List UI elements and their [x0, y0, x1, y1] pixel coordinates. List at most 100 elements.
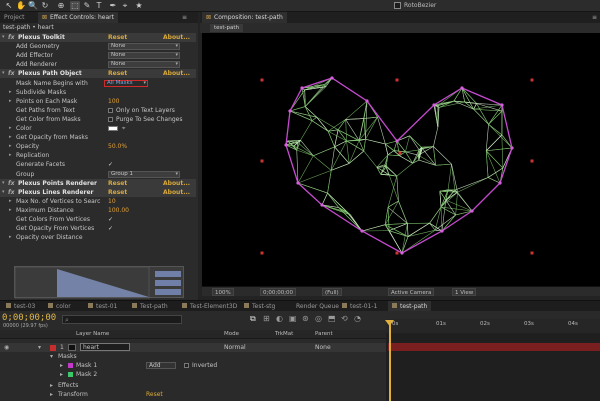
mask-vertex[interactable] [288, 109, 292, 113]
zoom-dropdown[interactable]: 100% [212, 288, 234, 296]
layer-handle[interactable] [260, 159, 264, 163]
panel-menu-icon[interactable]: ≡ [178, 12, 191, 23]
expand-icon[interactable]: ▸ [60, 370, 63, 379]
viewer-menu-icon[interactable]: ≡ [588, 12, 600, 23]
ec-value[interactable]: 10 [108, 197, 116, 206]
reset-link[interactable]: Reset [108, 33, 127, 42]
mask-vertex[interactable] [440, 229, 444, 233]
fx-icon[interactable]: fx [8, 179, 14, 188]
mask-1-inverted-checkbox[interactable] [184, 363, 189, 368]
mask-1-name[interactable]: Mask 1 [76, 361, 97, 370]
ec-row-add-effector[interactable]: Add Effector None [0, 51, 196, 60]
mask-1-row[interactable]: ▸ Mask 1 Add Inverted [0, 361, 386, 370]
timeline-switch-icon[interactable]: ⬒ [328, 314, 336, 323]
expand-icon[interactable]: ▸ [9, 88, 12, 97]
camera-tool-icon[interactable]: ⊕ [56, 1, 66, 11]
track-area[interactable] [386, 333, 600, 401]
tab-effect-controls[interactable]: ⊠ Effect Controls: heart [38, 12, 118, 23]
ec-checkbox[interactable] [108, 107, 113, 113]
puppet-tool-icon[interactable]: ⌖ [120, 1, 130, 11]
tab-project[interactable]: Project [0, 12, 29, 23]
mask-2-color-swatch[interactable] [68, 372, 73, 377]
ec-dropdown[interactable]: Group 1 [108, 170, 180, 178]
ec-row-opacity[interactable]: ▸ Opacity 50.0% [0, 142, 196, 151]
ec-row-color[interactable]: ▸ Color ⌖ [0, 124, 196, 133]
reset-link[interactable]: Reset [108, 69, 127, 78]
expand-icon[interactable]: ▸ [9, 124, 12, 133]
view-layout-dropdown[interactable]: 1 View [452, 288, 477, 296]
pen-tool-icon[interactable]: ✎ [82, 1, 92, 11]
layer-handle[interactable] [530, 78, 534, 82]
mask-vertex[interactable] [284, 143, 288, 147]
transform-reset-link[interactable]: Reset [146, 390, 163, 399]
mask-vertex[interactable] [320, 203, 324, 207]
mask-1-mode-dropdown[interactable]: Add [146, 362, 176, 369]
check-icon[interactable]: ✓ [108, 215, 113, 224]
timeline-switch-icon[interactable]: ▣ [289, 314, 297, 323]
expand-icon[interactable]: ▸ [9, 151, 12, 160]
expand-icon[interactable]: ▸ [50, 381, 53, 390]
mask-2-name[interactable]: Mask 2 [76, 370, 97, 379]
mask-1-color-swatch[interactable] [68, 363, 73, 368]
layer-handle[interactable] [395, 251, 399, 255]
layer-name-field[interactable]: heart [80, 343, 130, 351]
composition-canvas[interactable] [202, 33, 600, 286]
ec-row-max-no-of-vertices-to-searc[interactable]: ▸ Max No. of Vertices to Searc 10 [0, 197, 196, 206]
effects-row[interactable]: ▸ Effects [0, 381, 386, 390]
about-link[interactable]: About... [163, 33, 190, 42]
ec-row-plexus-points-renderer[interactable]: ▾ fx Plexus Points Renderer Reset About... [0, 178, 196, 188]
ec-row-mask-name-begins-with[interactable]: Mask Name Begins with All Masks [0, 79, 196, 88]
layer-handle[interactable] [530, 159, 534, 163]
layer-duration-bar[interactable] [388, 343, 600, 351]
layer-parent-dropdown[interactable]: None [315, 343, 331, 352]
ec-dropdown[interactable]: None [108, 52, 180, 60]
mask-vertex[interactable] [498, 181, 502, 185]
expand-icon[interactable]: ▾ [2, 33, 5, 42]
timecode[interactable]: 0;00;00;00 [2, 313, 56, 323]
check-icon[interactable]: ✓ [108, 160, 113, 169]
layer-row[interactable]: ◉ ▾ 1 heart Normal None [0, 343, 386, 352]
ec-row-get-colors-from-vertices[interactable]: Get Colors From Vertices ✓ [0, 215, 196, 224]
expand-icon[interactable]: ▾ [50, 352, 53, 361]
camera-dropdown[interactable]: Active Camera [388, 288, 435, 296]
opacity-graph[interactable] [14, 266, 184, 300]
timeline-switch-icon[interactable]: ⊛ [302, 314, 309, 323]
star-tool-icon[interactable]: ★ [134, 1, 144, 11]
check-icon[interactable]: ✓ [108, 224, 113, 233]
fx-icon[interactable]: fx [8, 33, 14, 42]
mask-vertex[interactable] [432, 103, 436, 107]
about-link[interactable]: About... [163, 188, 190, 197]
timeline-switch-icon[interactable]: ⧉ [250, 314, 256, 324]
ec-row-get-color-from-masks[interactable]: Get Color from Masks Purge To See Changes [0, 115, 196, 124]
ec-row-add-renderer[interactable]: Add Renderer None [0, 60, 196, 69]
ec-checkbox[interactable] [108, 116, 113, 122]
ec-row-plexus-lines-renderer[interactable]: ▾ fx Plexus Lines Renderer Reset About... [0, 187, 196, 197]
playhead[interactable] [389, 321, 391, 401]
ec-value[interactable]: 100.00 [108, 206, 129, 215]
expand-icon[interactable]: ▸ [9, 142, 12, 151]
mask-vertex[interactable] [330, 76, 334, 80]
layer-handle[interactable] [530, 251, 534, 255]
mask-vertex[interactable] [510, 146, 514, 150]
resolution-dropdown[interactable]: (Full) [322, 288, 342, 296]
rotobezier-checkbox[interactable] [394, 2, 401, 9]
ec-row-get-paths-from-text[interactable]: Get Paths from Text Only on Text Layers [0, 106, 196, 115]
mask-vertex[interactable] [300, 86, 304, 90]
ec-row-points-on-each-mask[interactable]: ▸ Points on Each Mask 100 [0, 97, 196, 106]
mask-vertex[interactable] [365, 99, 369, 103]
timeline-switch-icon[interactable]: ◐ [276, 314, 283, 323]
ec-value[interactable]: 100 [108, 97, 119, 106]
reset-link[interactable]: Reset [108, 179, 127, 188]
ec-row-maximum-distance[interactable]: ▸ Maximum Distance 100.00 [0, 206, 196, 215]
brush-tool-icon[interactable]: ✒ [108, 1, 118, 11]
layer-search-input[interactable]: ⌕ [62, 315, 182, 324]
expand-icon[interactable]: ▾ [2, 179, 5, 188]
timeline-switch-icon[interactable]: ◎ [315, 314, 322, 323]
time-ruler[interactable]: 0s 01s 02s 03s 04s [386, 319, 600, 333]
mask-name-dropdown[interactable]: All Masks [104, 79, 148, 87]
expand-icon[interactable]: ▸ [60, 361, 63, 370]
ec-value[interactable]: 50.0% [108, 142, 127, 151]
mask-2-row[interactable]: ▸ Mask 2 [0, 370, 386, 379]
label-color-swatch[interactable] [50, 345, 56, 351]
visibility-icon[interactable]: ◉ [4, 343, 9, 352]
